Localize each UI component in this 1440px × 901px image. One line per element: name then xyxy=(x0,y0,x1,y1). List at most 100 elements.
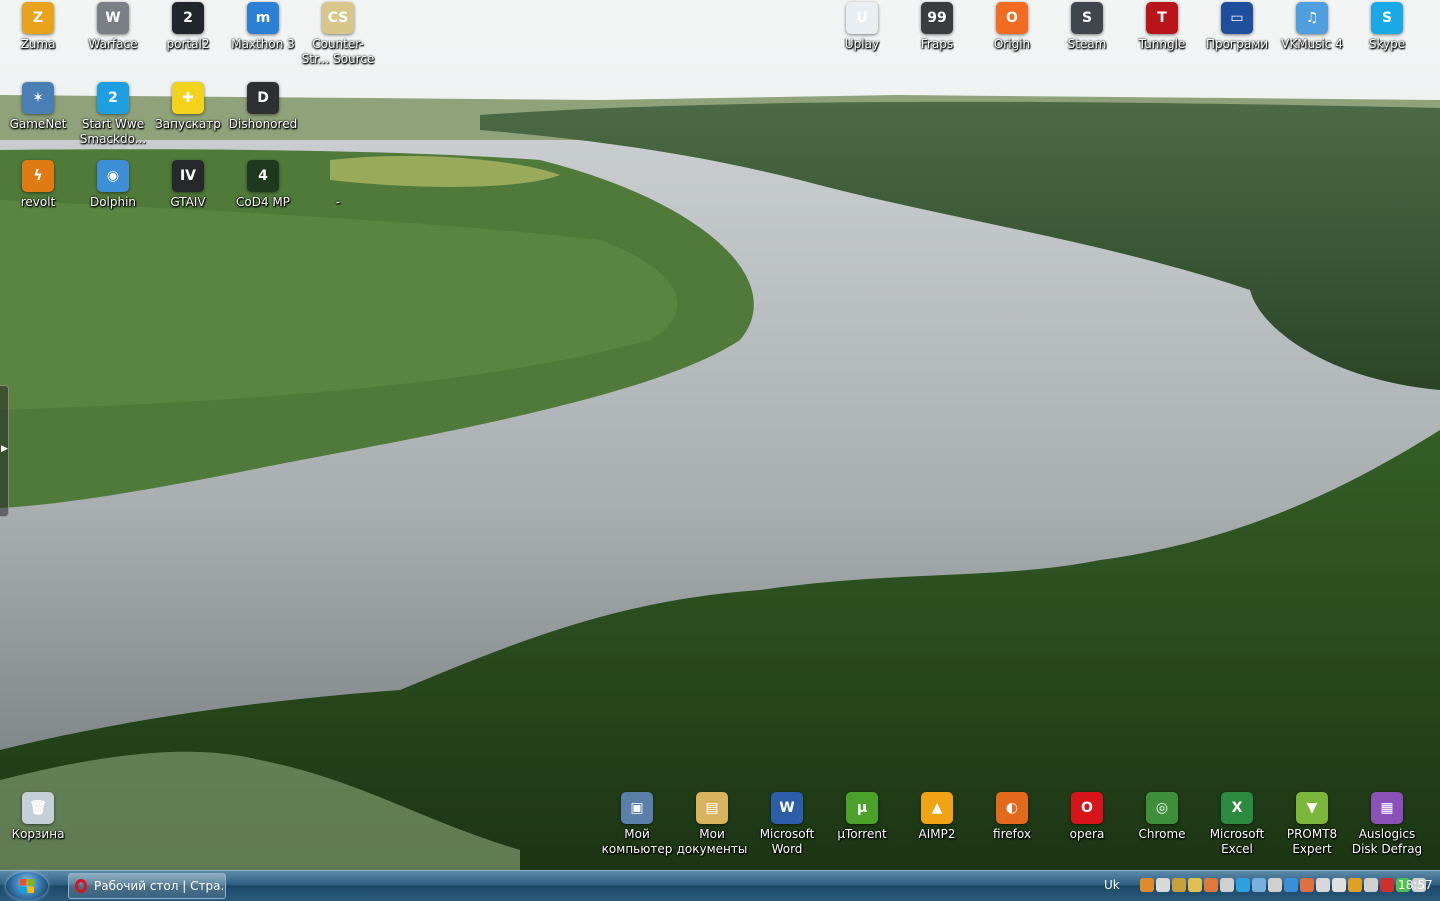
tray-icon[interactable] xyxy=(1364,878,1378,892)
tray-icon[interactable] xyxy=(1300,878,1314,892)
tunngle-icon: T xyxy=(1146,2,1178,34)
desktop-icon-programs-folder[interactable]: ▭ Програми xyxy=(1199,2,1275,52)
desktop-icon-smackdown[interactable]: 2 Start Wwe Smackdo... xyxy=(75,82,151,147)
desktop-icon-zuma[interactable]: Z Zuma xyxy=(0,2,76,52)
desktop-icon-label: Zuma xyxy=(20,37,56,51)
desktop-icon-label: Програми xyxy=(1205,37,1269,51)
clock[interactable]: 18:57 xyxy=(1398,878,1433,892)
tray-icon[interactable] xyxy=(1268,878,1282,892)
counter-strike-icon: CS xyxy=(322,2,354,34)
desktop-icon-utorrent[interactable]: µ µTorrent xyxy=(824,792,900,842)
desktop-icon-label: firefox xyxy=(993,827,1031,841)
desktop-icon-label: portal2 xyxy=(166,37,210,51)
desktop-icon-label: VKMusic 4 xyxy=(1281,37,1343,51)
desktop-icon-gtaiv[interactable]: IV GTAIV xyxy=(150,160,226,210)
desktop-icon-my-computer[interactable]: ▣ Мой компьютер xyxy=(599,792,675,857)
word-icon: W xyxy=(771,792,803,824)
tray-icon[interactable] xyxy=(1140,878,1154,892)
tray-icon[interactable] xyxy=(1236,878,1250,892)
promt-icon: ▼ xyxy=(1296,792,1328,824)
desktop-icon-label: Tunngle xyxy=(1138,37,1186,51)
desktop-icon-cod4[interactable]: 4 CoD4 MP xyxy=(225,160,301,210)
defrag-icon: ▦ xyxy=(1371,792,1403,824)
steam-icon: S xyxy=(1071,2,1103,34)
tray-icon[interactable] xyxy=(1284,878,1298,892)
tray-icon[interactable] xyxy=(1204,878,1218,892)
desktop-icon-my-documents[interactable]: ▤ Мои документы xyxy=(674,792,750,857)
uplay-icon: U xyxy=(846,2,878,34)
desktop-icon-origin[interactable]: O Origin xyxy=(974,2,1050,52)
desktop-icon-label: Maxthon 3 xyxy=(231,37,295,51)
desktop-icon-recycle-bin[interactable]: 🗑 Корзина xyxy=(0,792,76,842)
desktop-icon-label: - xyxy=(335,195,341,209)
tray-icon[interactable] xyxy=(1220,878,1234,892)
tray-icon[interactable] xyxy=(1380,878,1394,892)
desktop-icon-tunngle[interactable]: T Tunngle xyxy=(1124,2,1200,52)
desktop-icon-skype[interactable]: S Skype xyxy=(1349,2,1425,52)
desktop-icon-vkmusic[interactable]: ♫ VKMusic 4 xyxy=(1274,2,1350,52)
windows-start-icon xyxy=(20,879,34,893)
start-button[interactable] xyxy=(6,872,48,900)
desktop-icon-label: Origin xyxy=(993,37,1031,51)
desktop-icon-gamenet[interactable]: ✶ GameNet xyxy=(0,82,76,132)
desktop-icon-revolt[interactable]: ϟ revolt xyxy=(0,160,76,210)
vkmusic-icon: ♫ xyxy=(1296,2,1328,34)
tray-icon[interactable] xyxy=(1156,878,1170,892)
fraps-icon: 99 xyxy=(921,2,953,34)
expand-arrow-icon: ▶ xyxy=(1,444,8,454)
desktop-icon-warface[interactable]: W Warface xyxy=(75,2,151,52)
desktop-icon-label: GameNet xyxy=(9,117,67,131)
revolt-icon: ϟ xyxy=(22,160,54,192)
opera-icon xyxy=(75,879,87,893)
desktop-icon-label: Корзина xyxy=(11,827,65,841)
desktop-icon-promt[interactable]: ▼ PROMT8 Expert xyxy=(1274,792,1350,857)
desktop-icon-portal2[interactable]: 2 portal2 xyxy=(150,2,226,52)
desktop-icon-opera[interactable]: Oopera xyxy=(1049,792,1125,842)
language-indicator[interactable]: Uk xyxy=(1104,878,1120,892)
desktop-icon-maxthon[interactable]: m Maxthon 3 xyxy=(225,2,301,52)
desktop-icon-label: Мой компьютер xyxy=(601,827,673,856)
desktop-icon-fraps[interactable]: 99 Fraps xyxy=(899,2,975,52)
taskbar-button-opera[interactable]: Рабочий стол | Стра... xyxy=(68,873,226,899)
desktop-icon-label: CoD4 MP xyxy=(236,195,290,209)
blank-icon xyxy=(322,160,354,192)
warface-icon: W xyxy=(97,2,129,34)
gamenet-icon: ✶ xyxy=(22,82,54,114)
dishonored-icon: D xyxy=(247,82,279,114)
chrome-icon: ◎ xyxy=(1146,792,1178,824)
desktop-icon-label: Dolphin xyxy=(89,195,137,209)
origin-icon: O xyxy=(996,2,1028,34)
tray-icon[interactable] xyxy=(1172,878,1186,892)
desktop-icon-blank[interactable]: - xyxy=(300,160,376,210)
desktop-icon-label: Uplay xyxy=(844,37,880,51)
programs-folder-icon: ▭ xyxy=(1221,2,1253,34)
desktop-icon-label: Fraps xyxy=(920,37,954,51)
desktop-icon-label: µTorrent xyxy=(837,827,887,841)
desktop-icon-firefox[interactable]: ◐ firefox xyxy=(974,792,1050,842)
tray-icon[interactable] xyxy=(1252,878,1266,892)
desktop-icon-dishonored[interactable]: D Dishonored xyxy=(225,82,301,132)
tray-icon[interactable] xyxy=(1348,878,1362,892)
desktop-icon-label: Chrome xyxy=(1138,827,1186,841)
portal2-icon: 2 xyxy=(172,2,204,34)
desktop-icon-label: GTAIV xyxy=(170,195,206,209)
desktop-icon-defrag[interactable]: ▦ Auslogics Disk Defrag xyxy=(1349,792,1425,857)
desktop-icon-word[interactable]: W Microsoft Word xyxy=(749,792,825,857)
desktop-icon-chrome[interactable]: ◎ Chrome xyxy=(1124,792,1200,842)
tray-icon[interactable] xyxy=(1188,878,1202,892)
desktop-icon-launcher[interactable]: ✚ Запускатр xyxy=(150,82,226,132)
tray-icon[interactable] xyxy=(1316,878,1330,892)
desktop-icon-label: Запускатр xyxy=(155,117,221,131)
cod4-icon: 4 xyxy=(247,160,279,192)
desktop-icon-uplay[interactable]: U Uplay xyxy=(824,2,900,52)
desktop-icon-aimp[interactable]: ▲ AIMP2 xyxy=(899,792,975,842)
desktop-icon-label: Start Wwe Smackdo... xyxy=(79,117,147,146)
desktop-icon-steam[interactable]: S Steam xyxy=(1049,2,1125,52)
desktop-icon-excel[interactable]: X Microsoft Excel xyxy=(1199,792,1275,857)
desktop-icon-label: Dishonored xyxy=(228,117,298,131)
desktop-icon-label: Microsoft Word xyxy=(759,827,815,856)
desktop-icon-dolphin[interactable]: ◉ Dolphin xyxy=(75,160,151,210)
sidebar-toggle[interactable]: ▶ xyxy=(0,385,9,517)
tray-icon[interactable] xyxy=(1332,878,1346,892)
desktop-icon-counter-strike[interactable]: CS Counter-Str... Source xyxy=(300,2,376,67)
